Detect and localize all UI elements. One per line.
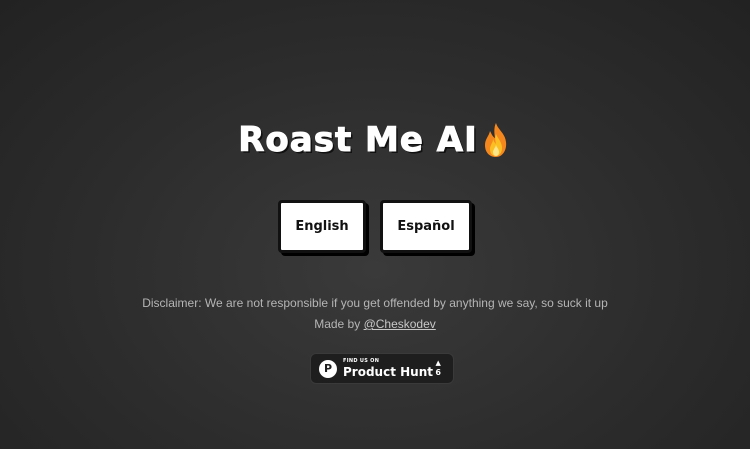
- upvote-count: 6: [435, 368, 441, 377]
- product-hunt-text: FIND US ON Product Hunt: [343, 358, 433, 379]
- product-hunt-badge[interactable]: P FIND US ON Product Hunt ▲ 6: [310, 353, 454, 384]
- product-hunt-label: Product Hunt: [343, 365, 433, 379]
- made-by-line: Made by @Cheskodev: [0, 317, 750, 331]
- upvote-counter: ▲ 6: [435, 360, 441, 377]
- made-by-prefix: Made by: [314, 317, 364, 331]
- upvote-arrow-icon: ▲: [435, 359, 441, 367]
- page-title: Roast Me AI: [0, 120, 750, 161]
- language-selector: English Español: [0, 200, 750, 253]
- english-button[interactable]: English: [278, 200, 366, 253]
- product-hunt-small-label: FIND US ON: [343, 358, 380, 364]
- product-hunt-logo-icon: P: [319, 359, 337, 378]
- spanish-button[interactable]: Español: [380, 200, 472, 253]
- app-title: Roast Me AI: [238, 120, 478, 161]
- author-link[interactable]: @Cheskodev: [364, 317, 436, 331]
- disclaimer-text: Disclaimer: We are not responsible if yo…: [142, 296, 608, 310]
- fire-icon: [484, 123, 506, 157]
